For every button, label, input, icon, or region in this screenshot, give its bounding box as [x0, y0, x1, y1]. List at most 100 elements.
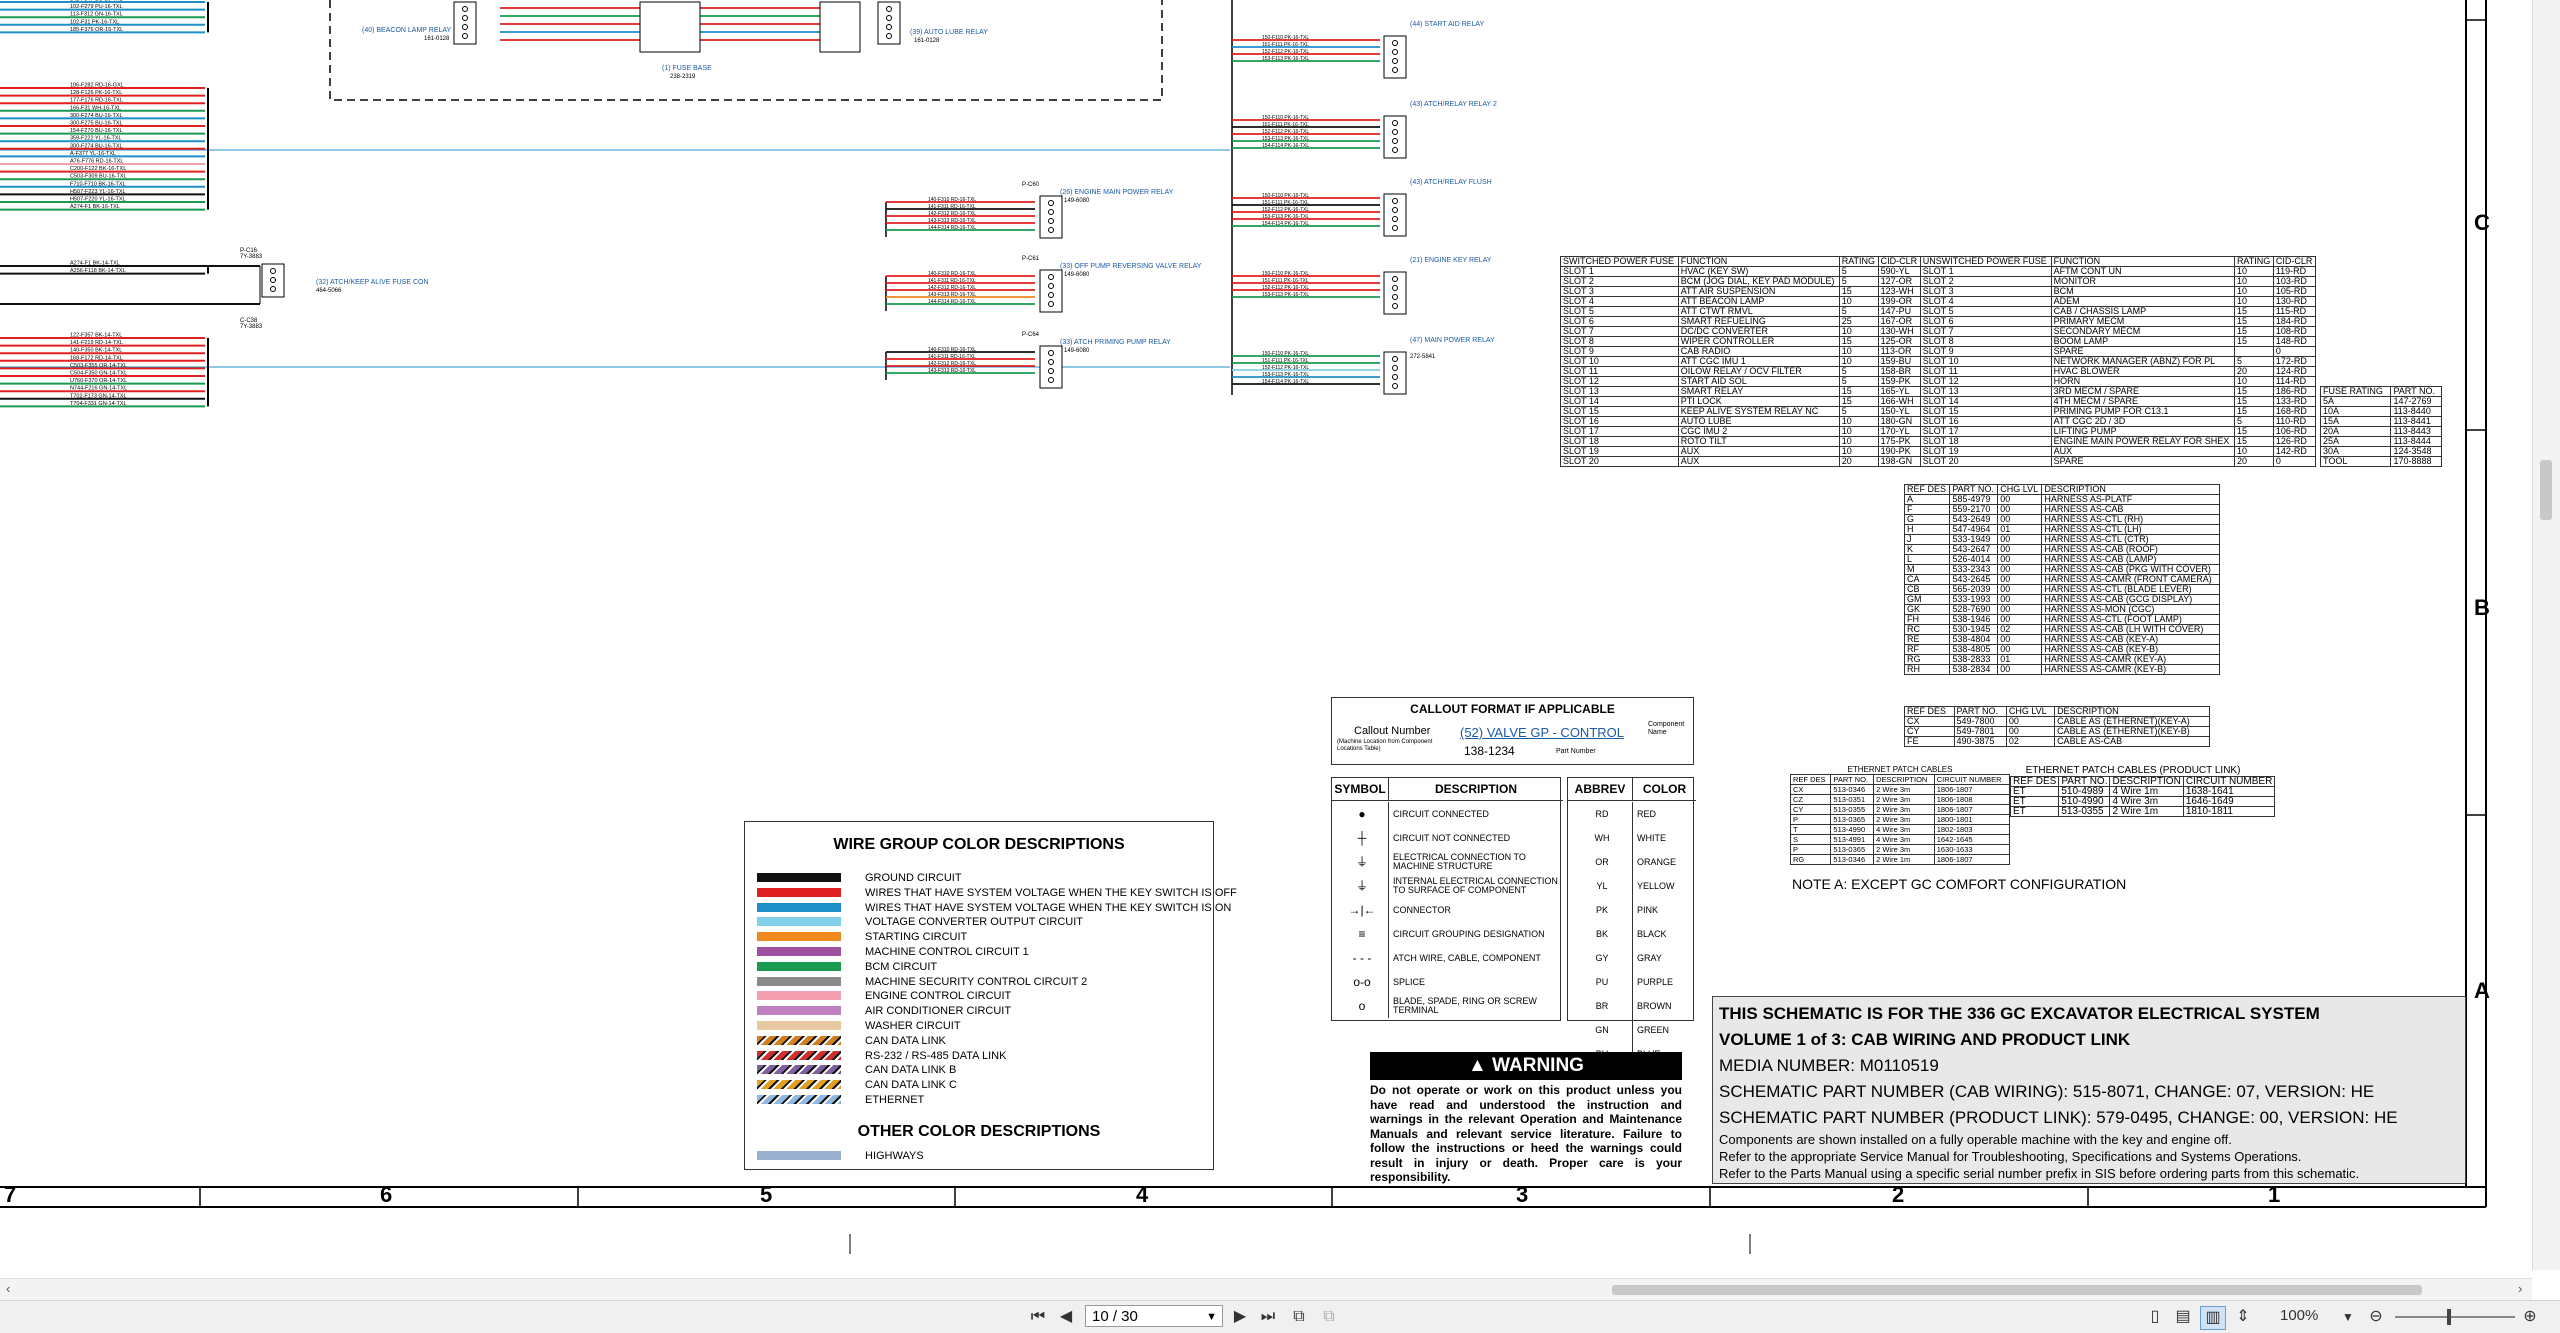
two-page-icon[interactable]: ▥	[2200, 1306, 2226, 1330]
next-page-icon[interactable]: ▶	[1230, 1306, 1250, 1328]
table-cell: WH	[1594, 832, 1610, 843]
table-cell: 513-0365	[1830, 814, 1875, 825]
table-cell: DC/DC CONVERTER	[1677, 326, 1840, 337]
table-cell: 490-3875	[1953, 736, 2007, 747]
table-cell: NETWORK MANAGER (ABNZ) FOR PL	[2050, 356, 2235, 367]
wire-color-swatch	[757, 1035, 841, 1045]
wire-legend-label: STARTING CIRCUIT	[865, 931, 968, 944]
table-cell: YELLOW	[1632, 874, 1696, 898]
table-row: SLOT 6 SMART REFUELING 25 167-OR SLOT 6 PRIMA…	[1560, 316, 2317, 327]
table-cell: HARNESS AS-CAB (KEY-B)	[2041, 644, 2220, 655]
table-cell: FE	[1904, 736, 1955, 747]
scroll-left-icon[interactable]: ‹	[6, 1281, 10, 1296]
table-cell: BR	[1595, 1000, 1609, 1011]
table-cell: 0	[2272, 346, 2317, 357]
single-page-icon[interactable]: ▯	[2144, 1306, 2166, 1328]
start-aid-relay-wire-label: 153-F113 PK-16-TXL	[1262, 56, 1309, 62]
table-cell: 0	[2272, 456, 2317, 467]
table-cell: CX	[1904, 716, 1955, 727]
atch-fuse-label: (32) ATCH/KEEP ALIVE FUSE CON	[316, 279, 429, 286]
left-bundle-2-label: C200-F122 BK-16-TXL	[70, 166, 126, 172]
table-header-row: SWITCHED POWER FUSE FUNCTION RATING CID-CLR…	[1560, 256, 2317, 267]
vertical-scrollbar[interactable]	[2532, 0, 2560, 1270]
continuous-icon[interactable]: ▤	[2172, 1306, 2194, 1328]
table-cell: 543-2647	[1949, 544, 1999, 555]
table-cell: AUX	[2050, 446, 2235, 457]
table-cell: CGC IMU 2	[1677, 426, 1840, 437]
off-pump-relay-label: (33) OFF PUMP REVERSING VALVE RELAY	[1060, 263, 1202, 270]
table-cell: 5	[2233, 356, 2274, 367]
table-cell: 15	[1838, 396, 1879, 407]
table-cell: 549-7800	[1953, 716, 2007, 727]
priming-relay-pn: 149-6080	[1064, 348, 1090, 354]
view-icon[interactable]: ⧉	[1318, 1306, 1340, 1328]
horizontal-scroll-thumb[interactable]	[1612, 1285, 2422, 1295]
column-label-4: 4	[1136, 1182, 1149, 1207]
table-cell: SPARE	[2050, 346, 2235, 357]
table-cell: ATT BEACON LAMP	[1677, 296, 1840, 307]
table-header-cell: FUNCTION	[2050, 256, 2235, 267]
table-row: H 547-4964 01 HARNESS AS-CTL (LH)	[1903, 524, 2220, 535]
table-row: 10A 113-8440	[2319, 406, 2442, 417]
table-row: RG 513-0346 2 Wire 1m 1806-1807	[1789, 854, 2011, 865]
chevron-down-icon[interactable]: ▼	[1206, 1306, 1217, 1328]
table-cell: BLADE, SPADE, RING OR SCREW TERMINAL	[1388, 994, 1563, 1018]
prev-page-icon[interactable]: ◀	[1056, 1306, 1076, 1328]
table-cell: CIRCUIT GROUPING DESIGNATION	[1388, 922, 1563, 946]
table-cell: 528-7690	[1949, 604, 1999, 615]
table-cell: 103-RD	[2272, 276, 2317, 287]
autolube-relay-pn: 161-0128	[914, 38, 940, 44]
zoom-dropdown-icon[interactable]: ▼	[2340, 1306, 2356, 1328]
horizontal-scrollbar[interactable]: ‹ ›	[0, 1278, 2532, 1300]
zoom-slider[interactable]	[2395, 1316, 2515, 1318]
cable-table: REF DES PART NO. CHG LVL DESCRIPTION CX 549-7…	[1904, 706, 2210, 747]
table-cell: 543-2649	[1949, 514, 1999, 525]
table-cell: 20	[2233, 366, 2274, 377]
wire-legend-label: WIRES THAT HAVE SYSTEM VOLTAGE WHEN THE …	[865, 901, 1232, 914]
table-row: 25A 113-8444	[2319, 436, 2442, 447]
table-cell: RE	[1903, 634, 1951, 645]
table-cell: ADEM	[2050, 296, 2235, 307]
table-row: SLOT 2 BCM (JOG DIAL, KEY PAD MODULE) 5 127…	[1560, 276, 2317, 287]
scroll-icon[interactable]: ⇕	[2232, 1306, 2254, 1328]
table-cell: SLOT 17	[1919, 426, 2052, 437]
table-cell: 133-RD	[2272, 396, 2317, 407]
wire-legend-label: CAN DATA LINK B	[865, 1064, 957, 1077]
copy-icon[interactable]: ⧉	[1288, 1306, 1310, 1328]
table-row: SLOT 17 CGC IMU 2 10 170-YL SLOT 17 LIFTING P…	[1560, 426, 2317, 437]
zoom-in-icon[interactable]: ⊕	[2520, 1306, 2540, 1328]
table-header-cell: SYMBOL	[1332, 778, 1388, 801]
engine-main-relay-wire-label: 144-F314 RD-16-TXL	[928, 225, 976, 231]
zoom-level[interactable]: 100%	[2280, 1307, 2318, 1324]
scroll-right-icon[interactable]: ›	[2518, 1281, 2522, 1296]
table-cell: 538-2834	[1949, 664, 1999, 675]
left-bundle-2-label: 154-F270 BU-16-TXL	[70, 128, 123, 134]
title-line-2: VOLUME 1 of 3: CAB WIRING AND PRODUCT LI…	[1719, 1030, 2131, 1049]
vertical-scroll-thumb[interactable]	[2540, 460, 2552, 520]
table-cell: 168-RD	[2272, 406, 2317, 417]
zoom-slider-knob[interactable]	[2447, 1309, 2451, 1325]
table-cell: 10	[1838, 346, 1879, 357]
start-aid-relay-wire-label: 152-F112 PK-16-TXL	[1262, 49, 1309, 55]
table-cell: SPLICE	[1388, 970, 1563, 994]
zoom-out-icon[interactable]: ⊖	[2366, 1306, 2386, 1328]
table-cell: 20A	[2319, 426, 2392, 437]
table-cell: RC	[1903, 624, 1951, 635]
table-row: P 513-0365 2 Wire 3m 1630-1633	[1789, 844, 2011, 855]
off-pump-relay-wire-label: 143-F313 RD-16-TXL	[928, 292, 976, 298]
page-number-input[interactable]: 10 / 30 ▼	[1085, 1305, 1223, 1327]
table-cell: 166-WH	[1877, 396, 1921, 407]
table-cell: KEEP ALIVE SYSTEM RELAY NC	[1677, 406, 1840, 417]
symbol-icon: ⏚	[1355, 854, 1368, 869]
table-cell: 1806-1807	[1933, 784, 2011, 795]
start-aid-relay-connector	[1383, 35, 1407, 79]
last-page-icon[interactable]: ⏭	[1258, 1306, 1278, 1328]
table-cell: 549-7801	[1953, 726, 2007, 737]
left-bundle-1-label: 142-F347 BU-16-TXL	[70, 0, 123, 3]
table-row: SLOT 18 ROTO TILT 10 175-PK SLOT 18 ENGINE MA…	[1560, 436, 2317, 447]
autolube-relay-label: (39) AUTO LUBE RELAY	[910, 29, 988, 36]
first-page-icon[interactable]: ⏮	[1028, 1306, 1048, 1328]
table-cell: 15	[2233, 336, 2274, 347]
table-row: RF 538-4805 00 HARNESS AS-CAB (KEY-B)	[1903, 644, 2220, 655]
table-cell: 147-2769	[2390, 396, 2442, 407]
